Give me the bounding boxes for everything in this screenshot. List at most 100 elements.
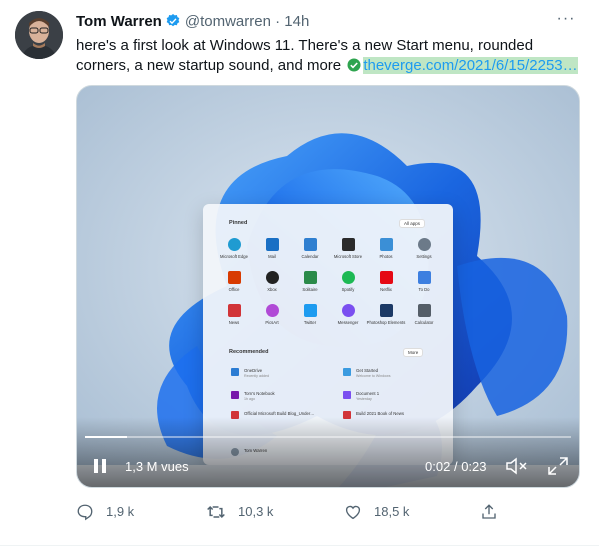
video-duration: 0:23 — [461, 459, 487, 474]
app-label: Spotify — [341, 287, 355, 292]
app-news: News — [214, 304, 254, 325]
recommended-item: OneDrive Recently added — [231, 368, 331, 382]
like-button[interactable]: 18,5 k — [344, 501, 444, 523]
app-label: Netflix — [380, 287, 392, 292]
expand-icon — [548, 457, 568, 475]
recommended-item: Document 1 Yesterday — [343, 391, 443, 405]
picsart-icon — [265, 304, 279, 317]
more-button: More — [403, 348, 424, 357]
reply-count: 1,9 k — [106, 504, 135, 519]
app-photoshop-elements: Photoshop Elements — [366, 304, 406, 325]
app-twitter: Twitter — [290, 304, 330, 325]
fullscreen-button[interactable] — [547, 456, 569, 476]
rec-title: Document 1 — [356, 391, 380, 396]
rec-sub: Yesterday — [356, 397, 372, 401]
app-solitaire: Solitaire — [290, 271, 330, 292]
app-edge: Microsoft Edge — [214, 238, 254, 259]
app-office: Office — [214, 271, 254, 292]
author-name[interactable]: Tom Warren — [76, 13, 162, 30]
rec-sub: Welcome to Windows — [356, 374, 391, 378]
share-button[interactable] — [480, 501, 502, 523]
news-icon — [227, 304, 241, 317]
xbox-icon — [265, 271, 279, 284]
tweet-time[interactable]: 14h — [284, 13, 309, 30]
retweet-button[interactable]: 10,3 k — [206, 501, 306, 523]
rec-sub: 1h ago — [244, 397, 255, 401]
rec-title: Get Started — [356, 368, 378, 373]
view-count: 1,3 M vues — [125, 459, 189, 474]
check-mark-icon — [347, 58, 361, 78]
mail-icon — [265, 238, 279, 251]
app-label: Photos — [379, 254, 393, 259]
app-photos: Photos — [366, 238, 406, 259]
video-player[interactable]: Pinned All apps Microsoft Edge Mail Cale… — [76, 85, 580, 488]
more-icon[interactable]: ··· — [555, 10, 577, 32]
reply-icon — [77, 504, 93, 521]
app-label: Photoshop Elements — [366, 320, 406, 325]
like-count: 18,5 k — [374, 504, 410, 519]
app-label: Messenger — [337, 320, 359, 325]
rec-sub: Recently added — [244, 374, 269, 378]
retweet-icon — [207, 505, 225, 519]
app-label: Microsoft Store — [333, 254, 363, 259]
app-mail: Mail — [252, 238, 292, 259]
current-time: 0:02 — [425, 459, 451, 474]
separator-dot: · — [275, 13, 281, 30]
tweet[interactable]: Tom Warren @tomwarren · 14h ··· here's a … — [0, 0, 599, 546]
pinned-label: Pinned — [229, 220, 248, 226]
tweet-actions: 1,9 k 10,3 k 18,5 k — [76, 501, 516, 523]
onedrive-icon — [231, 368, 239, 376]
app-settings: Settings — [404, 238, 444, 259]
twitter-icon — [303, 304, 317, 317]
get-started-icon — [343, 368, 351, 376]
recommended-label: Recommended — [229, 349, 269, 355]
spotify-icon — [341, 271, 355, 284]
app-messenger: Messenger — [328, 304, 368, 325]
video-controls-shade — [77, 417, 579, 487]
tweet-text: here's a first look at Windows 11. There… — [76, 36, 586, 78]
app-label: Settings — [416, 254, 432, 259]
tweet-link[interactable]: theverge.com/2021/6/15/2253… — [363, 57, 578, 74]
app-calculator: Calculator — [404, 304, 444, 325]
app-label: Solitaire — [302, 287, 318, 292]
app-xbox: Xbox — [252, 271, 292, 292]
onenote-icon — [231, 391, 239, 399]
office-icon — [227, 271, 241, 284]
rec-title: Build 2021 Book of News — [356, 411, 405, 416]
mute-button[interactable] — [505, 456, 529, 476]
app-label: Calculator — [414, 320, 434, 325]
app-todo: To Do — [404, 271, 444, 292]
video-progress-fill — [85, 436, 128, 438]
photoshop-icon — [379, 304, 393, 317]
recommended-item: Get Started Welcome to Windows — [343, 368, 443, 382]
avatar[interactable] — [15, 11, 63, 59]
heart-icon — [345, 505, 361, 520]
video-time: 0:02 / 0:23 — [425, 459, 487, 475]
retweet-count: 10,3 k — [238, 504, 274, 519]
solitaire-icon — [303, 271, 317, 284]
calendar-icon — [303, 238, 317, 251]
reply-button[interactable]: 1,9 k — [76, 501, 166, 523]
video-progress-bar[interactable] — [85, 436, 571, 438]
author-handle[interactable]: @tomwarren — [185, 13, 271, 30]
todo-icon — [417, 271, 431, 284]
verified-badge-icon — [165, 13, 181, 35]
photos-icon — [379, 238, 393, 251]
time-separator: / — [453, 459, 458, 474]
pause-button[interactable] — [91, 457, 109, 475]
store-icon — [341, 238, 355, 251]
app-calendar: Calendar — [290, 238, 330, 259]
app-netflix: Netflix — [366, 271, 406, 292]
app-label: Twitter — [303, 320, 317, 325]
app-picsart: PicsArt — [252, 304, 292, 325]
app-label: To Do — [418, 287, 430, 292]
tweet-header: Tom Warren @tomwarren · 14h ··· — [76, 10, 581, 35]
app-label: Calendar — [301, 254, 319, 259]
app-label: Office — [228, 287, 240, 292]
edge-icon — [227, 238, 241, 251]
rec-title: Tom's Notebook — [244, 391, 275, 396]
app-store: Microsoft Store — [328, 238, 368, 259]
rec-title: Official Microsoft Build Blog_Under… — [244, 411, 315, 416]
messenger-icon — [341, 304, 355, 317]
document-icon — [343, 391, 351, 399]
